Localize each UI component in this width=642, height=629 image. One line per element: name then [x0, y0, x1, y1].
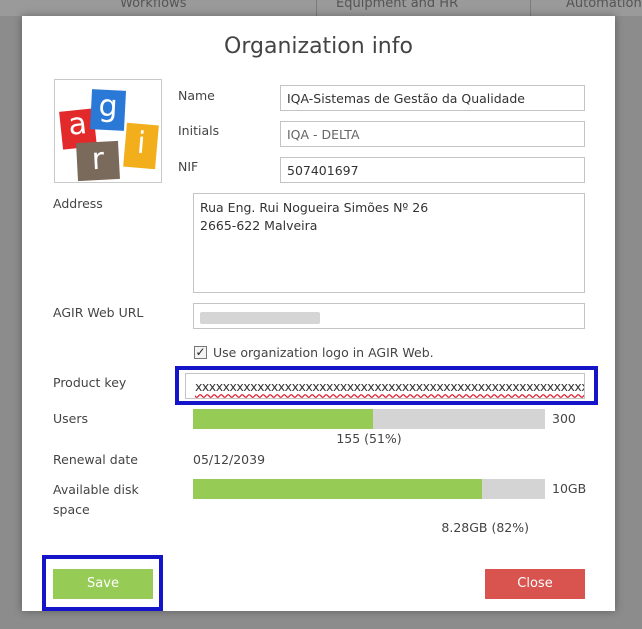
nif-field[interactable]: 507401697	[280, 157, 585, 183]
logo-tile-g: g	[89, 89, 127, 131]
users-progress-fill	[193, 409, 373, 429]
users-progress-bar	[193, 409, 545, 429]
users-used-text: 155 (51%)	[336, 431, 402, 446]
disk-progress-bar	[193, 479, 545, 499]
product-key-highlight	[175, 366, 598, 405]
disk-progress-fill	[193, 479, 482, 499]
background-tab-bar: Workflows Equipment and HR Automation	[0, 0, 642, 16]
use-logo-label: Use organization logo in AGIR Web.	[213, 345, 434, 360]
close-button[interactable]: Close	[485, 569, 585, 599]
dialog-title: Organization info	[224, 34, 413, 59]
renewal-date-value: 05/12/2039	[193, 452, 266, 467]
initials-label: Initials	[178, 123, 220, 138]
web-url-label: AGIR Web URL	[53, 305, 144, 320]
tab-divider	[316, 0, 317, 16]
product-key-label: Product key	[53, 375, 127, 390]
logo-tile-r: r	[76, 140, 120, 182]
address-textarea[interactable]: Rua Eng. Rui Nogueira Simões Nº 26 2665-…	[193, 193, 585, 293]
web-url-field[interactable]	[193, 303, 585, 329]
disk-space-label: Available disk space	[53, 482, 139, 517]
renewal-date-label: Renewal date	[53, 452, 138, 467]
organization-logo[interactable]: a g r i	[54, 79, 162, 183]
organization-info-dialog: Organization info a g r i Name IQA-Siste…	[22, 16, 615, 611]
background-tab-automation[interactable]: Automation	[566, 0, 642, 11]
disk-used-text: 8.28GB (82%)	[441, 520, 529, 535]
logo-tile-i: i	[123, 122, 159, 170]
redacted-url	[200, 312, 320, 324]
address-label: Address	[53, 196, 103, 211]
use-logo-checkbox[interactable]: ✓	[194, 346, 207, 359]
name-label: Name	[178, 88, 215, 103]
background-tab-equipment-hr[interactable]: Equipment and HR	[336, 0, 458, 11]
tab-divider	[530, 0, 531, 16]
name-field[interactable]: IQA-Sistemas de Gestão da Qualidade	[280, 85, 585, 111]
background-tab-workflows[interactable]: Workflows	[120, 0, 186, 11]
users-label: Users	[53, 411, 89, 426]
disk-max: 10GB	[552, 481, 587, 496]
nif-label: NIF	[178, 159, 199, 174]
initials-field[interactable]: IQA - DELTA	[280, 121, 585, 147]
save-button-highlight	[42, 555, 163, 611]
users-max: 300	[552, 411, 576, 426]
